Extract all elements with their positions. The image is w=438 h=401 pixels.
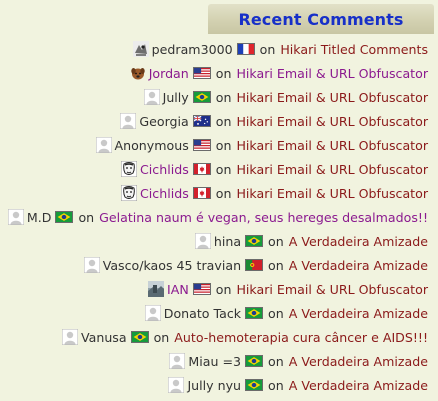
comment-author: Vasco/kaos 45 travian bbox=[102, 257, 242, 273]
comment-author[interactable]: Cichlids bbox=[140, 162, 189, 177]
brazil-flag-icon bbox=[55, 211, 74, 223]
comment-post-link[interactable]: Hikari Email & URL Obfuscator bbox=[236, 282, 428, 297]
comment-post-link[interactable]: Auto-hemoterapia cura câncer e AIDS!!! bbox=[174, 330, 428, 345]
comment-item: Jully nyu on A Verdadeira Amizade bbox=[0, 373, 438, 397]
comment-author: pedram3000 bbox=[151, 41, 233, 57]
comment-post-link[interactable]: A Verdadeira Amizade bbox=[289, 354, 428, 369]
comment-author: Jully nyu bbox=[187, 377, 242, 393]
on-label: on bbox=[215, 65, 232, 81]
comment-item: Cichlids on Hikari Email & URL Obfuscator bbox=[0, 157, 438, 181]
comment-post-link[interactable]: A Verdadeira Amizade bbox=[289, 306, 428, 321]
comment-list: pedram3000 on Hikari Titled Comments Jordan… bbox=[0, 37, 438, 397]
comment-post-link[interactable]: Hikari Email & URL Obfuscator bbox=[236, 114, 428, 129]
on-label: on bbox=[215, 281, 232, 297]
default-avatar-icon bbox=[169, 353, 186, 369]
usa-flag-icon bbox=[192, 139, 211, 151]
usa-flag-icon bbox=[192, 283, 211, 295]
brazil-flag-icon bbox=[130, 331, 149, 343]
comment-item: Jordan on Hikari Email & URL Obfuscator bbox=[0, 61, 438, 85]
comment-author: hina bbox=[213, 233, 242, 249]
brazil-flag-icon bbox=[192, 91, 211, 103]
comment-author: Vanusa bbox=[80, 329, 127, 345]
comment-item: M.D on Gelatina naum é vegan, seus hereges… bbox=[0, 205, 438, 229]
comment-item: IAN on Hikari Email & URL Obfuscator bbox=[0, 277, 438, 301]
brazil-flag-icon bbox=[245, 235, 264, 247]
default-avatar-icon bbox=[61, 329, 78, 345]
face-sketch-avatar-icon bbox=[121, 185, 137, 201]
default-avatar-icon bbox=[83, 257, 100, 273]
comment-author[interactable]: IAN bbox=[167, 282, 189, 297]
dog-avatar-icon bbox=[129, 65, 146, 81]
comment-post-link[interactable]: Hikari Email & URL Obfuscator bbox=[236, 66, 428, 81]
on-label: on bbox=[153, 329, 170, 345]
comment-item: hina on A Verdadeira Amizade bbox=[0, 229, 438, 253]
on-label: on bbox=[215, 161, 232, 177]
default-avatar-icon bbox=[95, 137, 112, 153]
comment-post-link[interactable]: Hikari Email & URL Obfuscator bbox=[236, 186, 428, 201]
comment-author: Jully bbox=[162, 89, 189, 105]
on-label: on bbox=[268, 377, 284, 393]
comment-post-link[interactable]: A Verdadeira Amizade bbox=[289, 378, 428, 393]
on-label: on bbox=[268, 257, 284, 273]
comment-item: pedram3000 on Hikari Titled Comments bbox=[0, 37, 438, 61]
comment-item: Georgia on Hikari Email & URL Obfuscator bbox=[0, 109, 438, 133]
comment-item: Anonymous on Hikari Email & URL Obfuscator bbox=[0, 133, 438, 157]
comment-post-link[interactable]: Gelatina naum é vegan, seus hereges desa… bbox=[99, 210, 428, 225]
on-label: on bbox=[215, 137, 232, 153]
comment-item: Miau =3 on A Verdadeira Amizade bbox=[0, 349, 438, 373]
canada-flag-icon bbox=[192, 163, 211, 175]
on-label: on bbox=[259, 41, 276, 57]
comment-author: Anonymous bbox=[114, 137, 189, 153]
brazil-flag-icon bbox=[245, 355, 264, 367]
on-label: on bbox=[215, 185, 232, 201]
on-label: on bbox=[268, 305, 284, 321]
widget-header: Recent Comments bbox=[208, 4, 434, 34]
comment-post-link[interactable]: A Verdadeira Amizade bbox=[289, 234, 428, 249]
comment-item: Cichlids on Hikari Email & URL Obfuscator bbox=[0, 181, 438, 205]
default-avatar-icon bbox=[168, 377, 185, 393]
recent-comments-widget: Recent Comments pedram3000 on Hikari Title… bbox=[0, 0, 438, 401]
on-label: on bbox=[268, 353, 284, 369]
default-avatar-icon bbox=[194, 233, 211, 249]
on-label: on bbox=[215, 89, 232, 105]
on-label: on bbox=[215, 113, 232, 129]
comment-item: Vanusa on Auto-hemoterapia cura câncer e A… bbox=[0, 325, 438, 349]
sketch-avatar-icon bbox=[132, 41, 149, 57]
comment-author: Donato Tack bbox=[163, 305, 242, 321]
comment-post-link[interactable]: A Verdadeira Amizade bbox=[289, 258, 428, 273]
comment-author: M.D bbox=[26, 209, 52, 225]
portugal-flag-icon bbox=[245, 259, 264, 271]
default-avatar-icon bbox=[120, 113, 137, 129]
comment-post-link[interactable]: Hikari Email & URL Obfuscator bbox=[236, 162, 428, 177]
comment-post-link[interactable]: Hikari Email & URL Obfuscator bbox=[236, 138, 428, 153]
default-avatar-icon bbox=[7, 209, 24, 225]
australia-flag-icon bbox=[192, 115, 211, 127]
canada-flag-icon bbox=[192, 187, 211, 199]
comment-post-link[interactable]: Hikari Titled Comments bbox=[280, 42, 428, 57]
comment-author: Miau =3 bbox=[188, 353, 242, 369]
on-label: on bbox=[78, 209, 95, 225]
france-flag-icon bbox=[236, 43, 255, 55]
comment-item: Donato Tack on A Verdadeira Amizade bbox=[0, 301, 438, 325]
widget-title: Recent Comments bbox=[238, 9, 404, 29]
comment-author: Georgia bbox=[139, 113, 189, 129]
comment-item: Jully on Hikari Email & URL Obfuscator bbox=[0, 85, 438, 109]
comment-item: Vasco/kaos 45 travian on A Verdadeira Amiz… bbox=[0, 253, 438, 277]
on-label: on bbox=[268, 233, 284, 249]
usa-flag-icon bbox=[192, 67, 211, 79]
brazil-flag-icon bbox=[245, 307, 264, 319]
comment-author[interactable]: Cichlids bbox=[140, 186, 189, 201]
photo-avatar-icon bbox=[148, 281, 164, 297]
default-avatar-icon bbox=[143, 89, 160, 105]
face-sketch-avatar-icon bbox=[121, 161, 137, 177]
default-avatar-icon bbox=[144, 305, 161, 321]
brazil-flag-icon bbox=[245, 379, 264, 391]
comment-post-link[interactable]: Hikari Email & URL Obfuscator bbox=[236, 90, 428, 105]
comment-author[interactable]: Jordan bbox=[149, 66, 189, 81]
